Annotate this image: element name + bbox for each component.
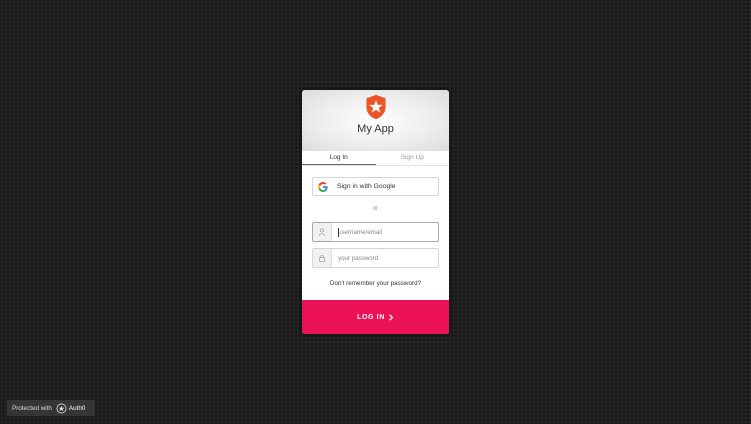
forgot-password-link[interactable]: Don't remember your password? [302,280,449,287]
user-icon [318,228,326,236]
tab-log-in[interactable]: Log In [302,151,376,165]
tab-sign-up[interactable]: Sign Up [376,151,450,165]
lock-icon [319,254,325,262]
google-icon [318,181,328,192]
protected-by-badge[interactable]: Protected with Auth0 [7,400,95,416]
badge-prefix: Protected with [12,404,52,412]
separator-or: or [372,206,379,212]
auth0-logo-icon [56,403,67,413]
log-in-label: LOG IN [357,313,385,321]
chevron-right-icon [388,313,394,321]
username-input[interactable] [332,223,438,241]
auth-tabs: Log In Sign Up [302,151,449,166]
password-field [312,248,439,268]
login-card: My App Log In Sign Up Sign in with Googl… [302,90,449,334]
text-cursor [338,228,339,237]
google-sign-in-button[interactable]: Sign in with Google [312,177,439,196]
badge-brand: Auth0 [68,404,86,412]
log-in-button[interactable]: LOG IN [302,300,449,334]
username-field [312,222,439,242]
auth0-shield-star-icon [365,94,386,120]
card-header: My App [302,90,449,151]
google-sign-in-label: Sign in with Google [337,183,396,190]
password-input[interactable] [332,249,438,267]
app-title: My App [357,123,394,135]
